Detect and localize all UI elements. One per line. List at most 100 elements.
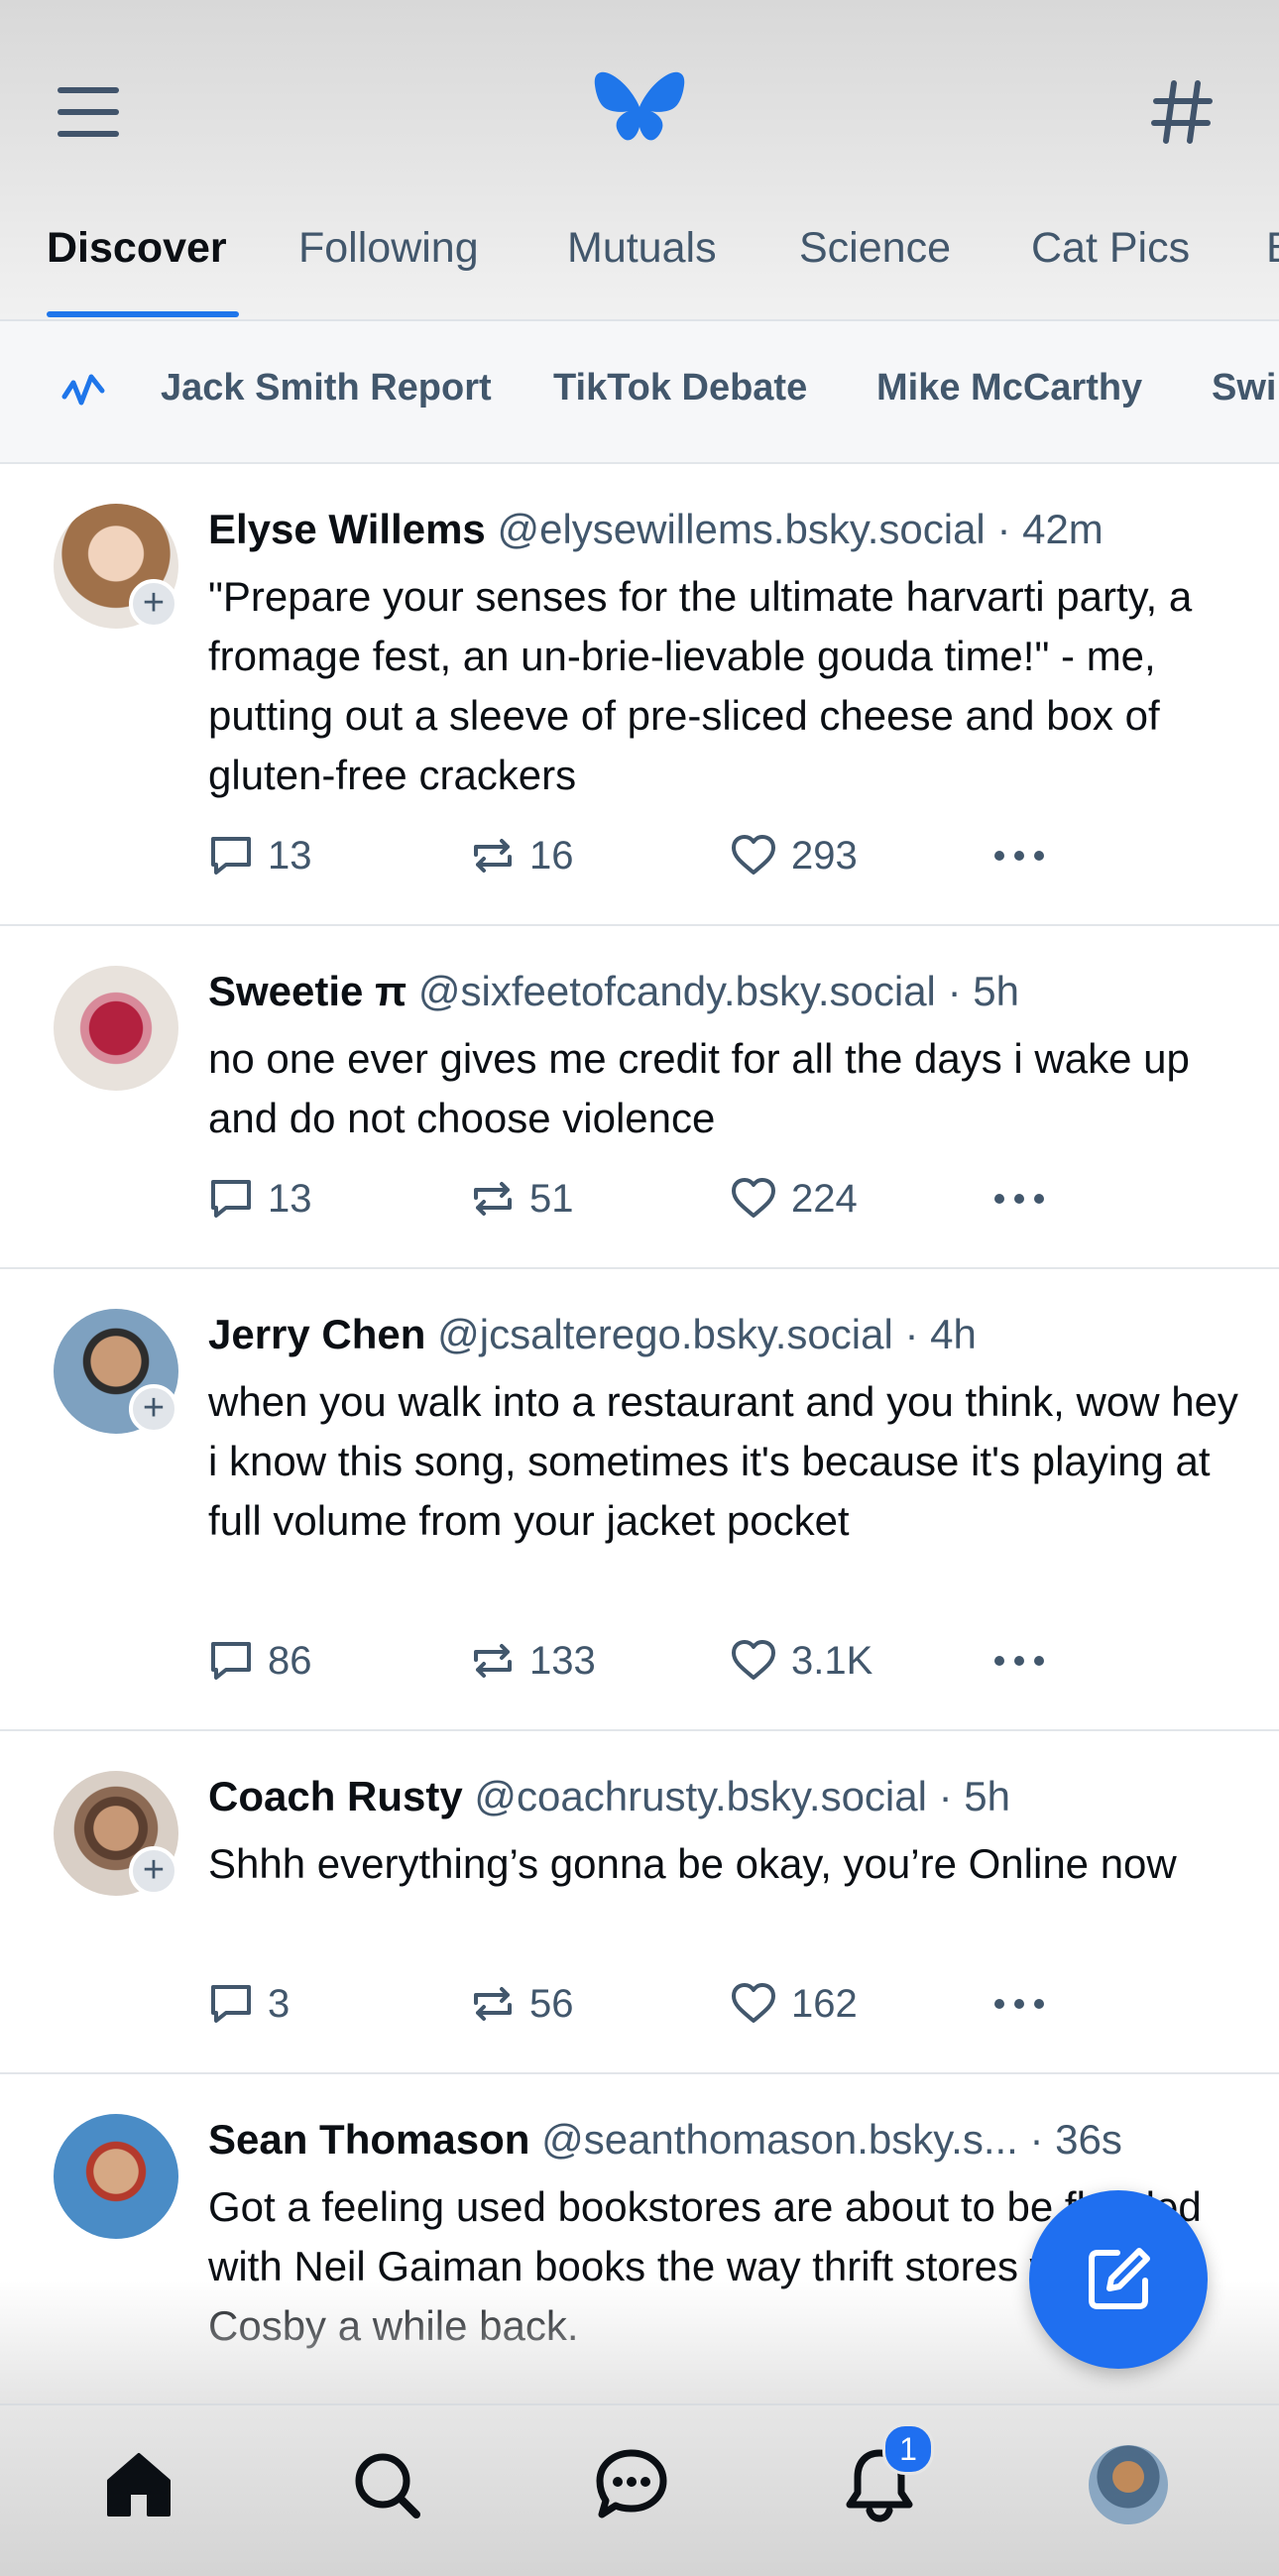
author-name[interactable]: Sweetie π	[208, 968, 407, 1014]
repost-count: 133	[529, 1638, 596, 1683]
trending-topic[interactable]: Swi	[1212, 367, 1276, 410]
like-count: 162	[791, 1981, 858, 2026]
app-header: Discover Following Mutuals Science Cat P…	[0, 0, 1279, 321]
reply-count: 3	[268, 1981, 291, 2026]
like-count: 224	[791, 1176, 858, 1221]
reply-button[interactable]: 13	[208, 1174, 312, 1224]
follow-plus-button[interactable]: +	[129, 1846, 178, 1896]
ellipsis-icon	[994, 1194, 1044, 1204]
author-handle[interactable]: @seanthomason.bsky.s...	[541, 2116, 1018, 2163]
repost-button[interactable]: 16	[470, 831, 574, 880]
profile-avatar[interactable]	[1089, 2445, 1168, 2524]
trending-topic[interactable]: Jack Smith Report	[161, 367, 492, 410]
like-button[interactable]: 293	[730, 831, 858, 880]
repost-count: 16	[529, 833, 574, 878]
repost-button[interactable]: 133	[470, 1636, 596, 1686]
repost-button[interactable]: 56	[470, 1979, 574, 2029]
like-count: 293	[791, 833, 858, 878]
repost-button[interactable]: 51	[470, 1174, 574, 1224]
author-name[interactable]: Elyse Willems	[208, 506, 486, 552]
ellipsis-icon	[994, 1999, 1044, 2009]
post-meta: Jerry Chen @jcsalterego.bsky.social · 4h	[208, 1311, 1239, 1358]
post-text: no one ever gives me credit for all the …	[208, 1035, 1190, 1141]
like-button[interactable]: 224	[730, 1174, 858, 1224]
post[interactable]: + Jerry Chen @jcsalterego.bsky.social · …	[0, 1269, 1279, 1731]
author-name[interactable]: Coach Rusty	[208, 1773, 463, 1819]
post-meta: Sweetie π @sixfeetofcandy.bsky.social · …	[208, 968, 1239, 1015]
post-text: "Prepare your senses for the ultimate ha…	[208, 573, 1193, 798]
post[interactable]: + Coach Rusty @coachrusty.bsky.social · …	[0, 1731, 1279, 2074]
post-text: when you walk into a restaurant and you …	[208, 1378, 1238, 1544]
post[interactable]: + Elyse Willems @elysewillems.bsky.socia…	[0, 464, 1279, 926]
trending-bar: Jack Smith Report TikTok Debate Mike McC…	[0, 321, 1279, 464]
post-actions: 13 51 224	[208, 1174, 1101, 1224]
trending-topic[interactable]: TikTok Debate	[553, 367, 807, 410]
reply-button[interactable]: 86	[208, 1636, 312, 1686]
compose-button[interactable]	[1029, 2190, 1208, 2369]
heart-icon	[732, 1178, 775, 1218]
repost-icon	[474, 839, 512, 873]
post-meta: Sean Thomason @seanthomason.bsky.s... · …	[208, 2116, 1239, 2164]
compose-icon	[1089, 2248, 1150, 2309]
repost-count: 56	[529, 1981, 574, 2026]
post[interactable]: Sweetie π @sixfeetofcandy.bsky.social · …	[0, 926, 1279, 1269]
reply-icon	[211, 1180, 251, 1218]
more-options-button[interactable]	[991, 1979, 1061, 2029]
tab-following[interactable]: Following	[298, 224, 479, 319]
more-options-button[interactable]	[991, 1636, 1061, 1686]
reply-count: 13	[268, 1176, 312, 1221]
reply-icon	[211, 1985, 251, 2023]
post-meta: Elyse Willems @elysewillems.bsky.social …	[208, 506, 1239, 553]
author-handle[interactable]: @elysewillems.bsky.social	[497, 506, 985, 552]
like-count: 3.1K	[791, 1638, 873, 1683]
hamburger-menu-icon[interactable]	[58, 87, 119, 137]
repost-icon	[474, 1644, 512, 1678]
avatar[interactable]	[54, 2114, 178, 2239]
author-handle[interactable]: @sixfeetofcandy.bsky.social	[418, 968, 936, 1014]
follow-plus-button[interactable]: +	[129, 579, 178, 629]
post-actions: 3 56 162	[208, 1979, 1101, 2029]
repost-icon	[474, 1987, 512, 2021]
ellipsis-icon	[994, 851, 1044, 861]
home-icon[interactable]	[99, 2445, 178, 2524]
active-tab-indicator	[47, 311, 239, 317]
reply-button[interactable]: 3	[208, 1979, 290, 2029]
bottom-navigation	[0, 2403, 1279, 2576]
reply-icon	[211, 837, 251, 875]
post-time: · 42m	[996, 506, 1104, 552]
author-handle[interactable]: @coachrusty.bsky.social	[474, 1773, 927, 1819]
author-name[interactable]: Jerry Chen	[208, 1311, 425, 1357]
like-button[interactable]: 3.1K	[730, 1636, 872, 1686]
follow-plus-button[interactable]: +	[129, 1384, 178, 1434]
more-options-button[interactable]	[991, 831, 1061, 880]
post-time: · 4h	[904, 1311, 977, 1357]
more-options-button[interactable]	[991, 1174, 1061, 1224]
repost-icon	[474, 1182, 512, 1216]
butterfly-logo[interactable]	[593, 71, 686, 153]
heart-icon	[732, 1983, 775, 2023]
search-icon[interactable]	[347, 2445, 426, 2524]
post-actions: 13 16 293	[208, 831, 1101, 880]
tab-science[interactable]: Science	[799, 224, 951, 319]
hashtag-icon[interactable]	[1150, 77, 1214, 147]
author-name[interactable]: Sean Thomason	[208, 2116, 529, 2163]
reply-count: 86	[268, 1638, 312, 1683]
ellipsis-icon	[994, 1656, 1044, 1666]
chat-icon[interactable]	[592, 2445, 671, 2524]
tab-discover[interactable]: Discover	[47, 224, 227, 319]
post-meta: Coach Rusty @coachrusty.bsky.social · 5h	[208, 1773, 1239, 1820]
tab-cat-pics[interactable]: Cat Pics	[1031, 224, 1190, 319]
notification-badge: 1	[882, 2423, 934, 2475]
post-time: · 36s	[1029, 2116, 1122, 2163]
post-text: Shhh everything’s gonna be okay, you’re …	[208, 1840, 1177, 1887]
trending-topic[interactable]: Mike McCarthy	[876, 367, 1142, 410]
tab-mutuals[interactable]: Mutuals	[567, 224, 717, 319]
tab-more[interactable]: B	[1266, 224, 1279, 319]
post-actions: 86 133 3.1K	[208, 1636, 1101, 1686]
heart-icon	[732, 1640, 775, 1680]
feed-tabs: Discover Following Mutuals Science Cat P…	[0, 210, 1279, 319]
author-handle[interactable]: @jcsalterego.bsky.social	[437, 1311, 893, 1357]
like-button[interactable]: 162	[730, 1979, 858, 2029]
avatar[interactable]	[54, 966, 178, 1091]
reply-button[interactable]: 13	[208, 831, 312, 880]
